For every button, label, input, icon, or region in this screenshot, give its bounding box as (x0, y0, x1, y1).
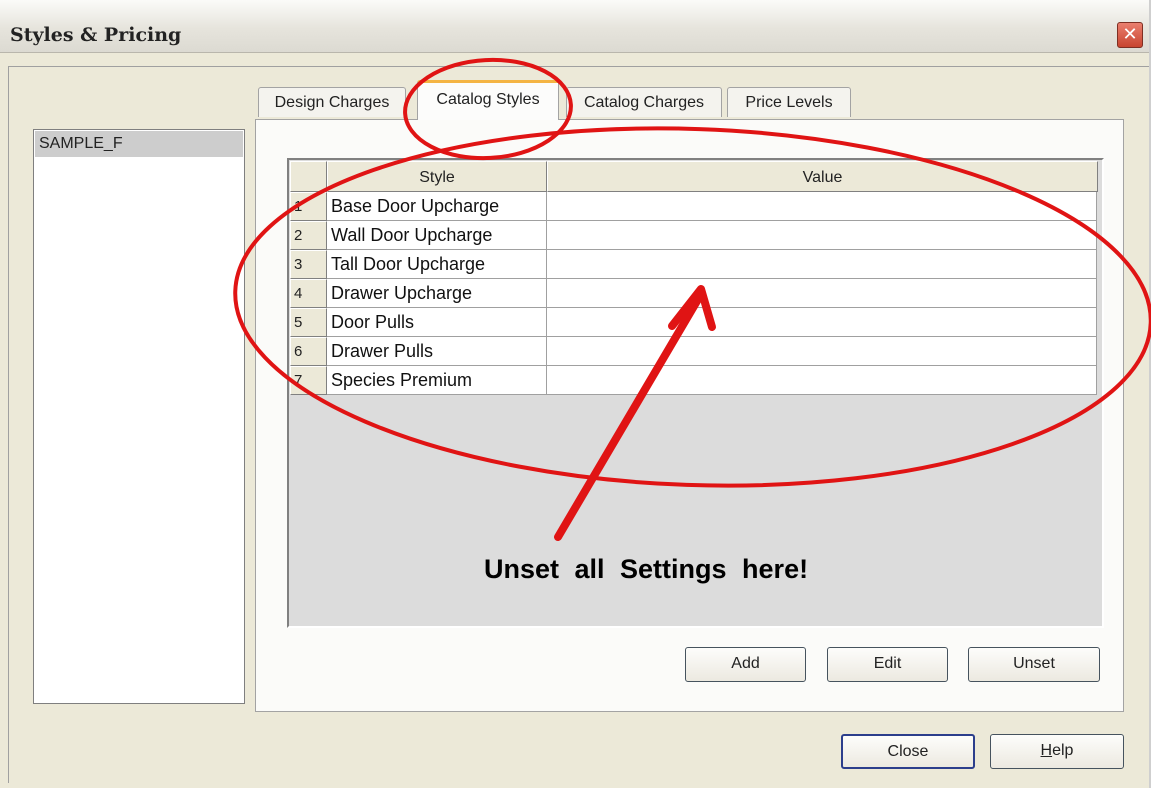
value-cell[interactable] (547, 279, 1097, 308)
style-cell[interactable]: Drawer Pulls (327, 337, 547, 366)
table-row[interactable]: 6 Drawer Pulls (290, 337, 1098, 366)
tab-price-levels[interactable]: Price Levels (727, 87, 851, 117)
list-item[interactable]: SAMPLE_F (35, 131, 243, 157)
help-label-rest: elp (1052, 742, 1074, 759)
table-row[interactable]: 1 Base Door Upcharge (290, 192, 1098, 221)
row-number[interactable]: 2 (290, 221, 327, 250)
style-cell[interactable]: Drawer Upcharge (327, 279, 547, 308)
table-row[interactable]: 7 Species Premium (290, 366, 1098, 395)
title-bar[interactable]: Styles & Pricing ✕ (0, 0, 1149, 53)
tab-catalog-styles[interactable]: Catalog Styles (417, 80, 559, 120)
help-mnemonic: H (1040, 742, 1053, 759)
row-number[interactable]: 6 (290, 337, 327, 366)
help-button[interactable]: Help (990, 734, 1124, 769)
table-row[interactable]: 2 Wall Door Upcharge (290, 221, 1098, 250)
row-number[interactable]: 3 (290, 250, 327, 279)
catalog-list[interactable]: SAMPLE_F (33, 129, 245, 704)
close-button[interactable]: Close (841, 734, 975, 769)
value-cell[interactable] (547, 192, 1097, 221)
value-cell[interactable] (547, 308, 1097, 337)
tab-design-charges[interactable]: Design Charges (258, 87, 406, 117)
table-row[interactable]: 4 Drawer Upcharge (290, 279, 1098, 308)
tab-catalog-charges[interactable]: Catalog Charges (566, 87, 722, 117)
unset-button[interactable]: Unset (968, 647, 1100, 682)
style-cell[interactable]: Species Premium (327, 366, 547, 395)
column-header-style[interactable]: Style (327, 161, 547, 192)
value-cell[interactable] (547, 221, 1097, 250)
style-cell[interactable]: Tall Door Upcharge (327, 250, 547, 279)
row-number[interactable]: 5 (290, 308, 327, 337)
value-cell[interactable] (547, 366, 1097, 395)
value-cell[interactable] (547, 337, 1097, 366)
close-icon[interactable]: ✕ (1117, 22, 1143, 48)
style-cell[interactable]: Wall Door Upcharge (327, 221, 547, 250)
style-cell[interactable]: Door Pulls (327, 308, 547, 337)
styles-pricing-dialog: Styles & Pricing ✕ SAMPLE_F Design Charg… (0, 0, 1151, 788)
value-cell[interactable] (547, 250, 1097, 279)
table-row[interactable]: 3 Tall Door Upcharge (290, 250, 1098, 279)
window-title: Styles & Pricing (10, 24, 182, 46)
row-number[interactable]: 1 (290, 192, 327, 221)
table-row[interactable]: 5 Door Pulls (290, 308, 1098, 337)
row-number[interactable]: 4 (290, 279, 327, 308)
row-number[interactable]: 7 (290, 366, 327, 395)
add-button[interactable]: Add (685, 647, 806, 682)
column-header-value[interactable]: Value (547, 161, 1098, 192)
grid-corner-header[interactable] (290, 161, 327, 192)
grid-header-row: Style Value (290, 161, 1098, 192)
style-cell[interactable]: Base Door Upcharge (327, 192, 547, 221)
annotation-callout: Unset all Settings here! (484, 554, 809, 584)
edit-button[interactable]: Edit (827, 647, 948, 682)
